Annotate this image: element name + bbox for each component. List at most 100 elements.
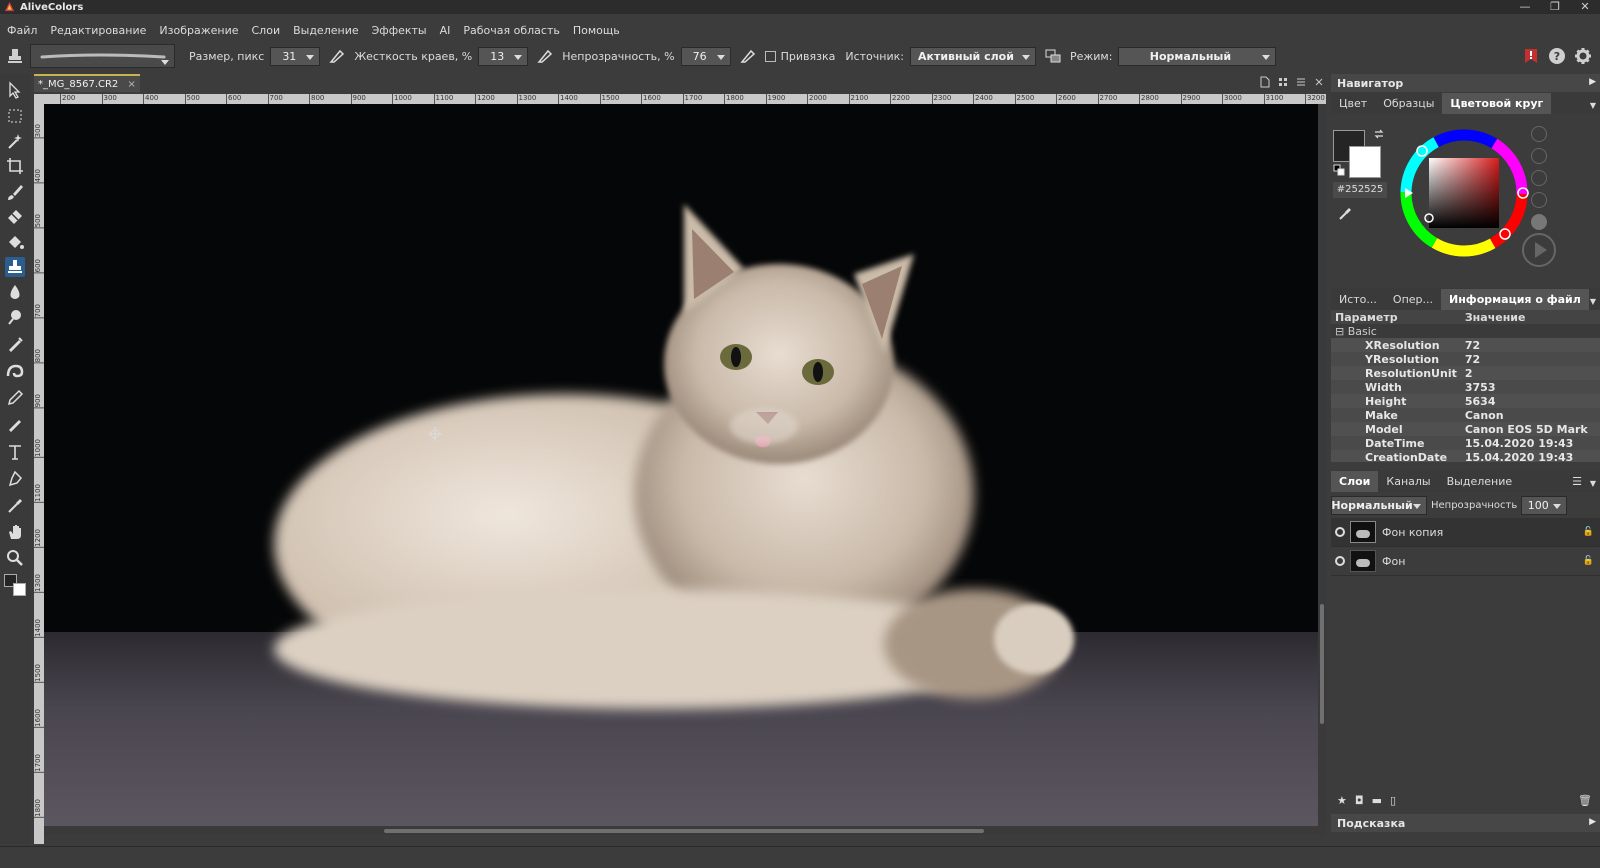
smudge-tool-icon[interactable] [5,334,25,354]
menu-layers[interactable]: Слои [252,24,281,37]
tab-color-wheel[interactable]: Цветовой круг [1442,93,1552,114]
tab-operations[interactable]: Опер... [1385,289,1441,310]
layer-lock-icon[interactable]: 🔓 [1583,527,1594,537]
settings-gear-icon[interactable] [1574,47,1592,65]
wheel-mode-3-icon[interactable] [1531,170,1547,186]
menu-help[interactable]: Помощь [573,24,620,37]
default-colors-icon[interactable] [1333,164,1345,176]
blur-tool-icon[interactable] [5,282,25,302]
background-color-swatch[interactable] [1349,146,1381,178]
clone-stamp-preset-icon[interactable] [6,47,24,65]
vertical-scrollbar[interactable] [1318,104,1326,826]
pressure-opacity-icon[interactable] [739,47,757,65]
horizontal-scroll-thumb[interactable] [384,829,984,833]
color-wheel[interactable] [1399,128,1529,258]
tile-view-icon[interactable] [1278,76,1288,88]
eraser-tool-icon[interactable] [5,207,25,227]
layer-effects-icon[interactable]: ★ [1337,794,1347,807]
file-info-row[interactable]: DateTime 15.04.2020 19:43 [1331,436,1600,450]
document-tab[interactable]: *_MG_8567.CR2 × [34,74,140,92]
zoom-tool-icon[interactable] [5,548,25,568]
menu-selection[interactable]: Выделение [293,24,359,37]
tab-layers[interactable]: Слои [1331,471,1379,492]
horizontal-scrollbar[interactable] [44,827,1326,835]
new-group-icon[interactable]: ▬ [1372,794,1382,807]
menu-image[interactable]: Изображение [159,24,238,37]
eyedropper-tool-icon[interactable] [5,496,25,516]
info-tabs-menu-icon[interactable]: ▼ [1590,297,1596,306]
magic-wand-tool-icon[interactable] [5,131,25,151]
notification-icon[interactable] [1522,47,1540,65]
color-picker-icon[interactable] [1337,206,1353,222]
file-info-row[interactable]: Make Canon [1331,408,1600,422]
hex-color-field[interactable]: #252525 [1333,182,1387,198]
gradient-tool-icon[interactable] [5,414,25,434]
tool-color-swatches[interactable] [3,574,29,598]
wheel-mode-5-icon[interactable] [1531,214,1547,230]
file-info-row[interactable]: Height 5634 [1331,394,1600,408]
hand-tool-icon[interactable] [5,522,25,542]
brush-tool-icon[interactable] [5,182,25,202]
clone-stamp-tool-icon[interactable] [5,257,25,277]
brush-preview[interactable] [30,44,175,68]
layer-row-copy[interactable]: Фон копия 🔓 [1331,518,1600,547]
wheel-mode-4-icon[interactable] [1531,192,1547,208]
fill-tool-icon[interactable] [5,232,25,252]
tool-background-swatch[interactable] [13,583,26,596]
file-info-row[interactable]: CreationDate 15.04.2020 19:43 [1331,450,1600,462]
file-info-row[interactable]: ResolutionUnit 2 [1331,366,1600,380]
menu-effects[interactable]: Эффекты [372,24,427,37]
layer-row-background[interactable]: Фон 🔓 [1331,547,1600,576]
document-close-icon[interactable] [1314,76,1324,88]
vertical-scroll-thumb[interactable] [1320,604,1324,724]
layer-opacity-input[interactable]: 100 [1521,495,1568,515]
document-menu-icon[interactable] [1296,76,1306,88]
group-basic[interactable]: ⊟ Basic [1331,324,1600,338]
help-icon[interactable]: ? [1548,47,1566,65]
text-tool-icon[interactable] [5,442,25,462]
file-info-row[interactable]: YResolution 72 [1331,352,1600,366]
hint-expand-icon[interactable]: ▶ [1589,817,1596,827]
layer-lock-icon[interactable]: 🔓 [1583,556,1594,566]
tab-history[interactable]: Исто... [1331,289,1385,310]
navigator-panel-title[interactable]: Навигатор ▶ [1331,74,1600,92]
menu-workspace[interactable]: Рабочая область [463,24,559,37]
minimize-button[interactable]: — [1510,0,1540,14]
tab-color[interactable]: Цвет [1331,93,1375,114]
wheel-mode-2-icon[interactable] [1531,148,1547,164]
tab-channels[interactable]: Каналы [1378,471,1438,492]
color-tabs-menu-icon[interactable]: ▼ [1590,101,1596,110]
blend-mode-select[interactable]: Нормальный [1331,495,1427,515]
layer-visibility-icon[interactable] [1335,527,1345,537]
close-window-button[interactable]: ✕ [1570,0,1600,14]
wheel-mode-1-icon[interactable] [1531,126,1547,142]
pencil-tool-icon[interactable] [5,388,25,408]
new-layer-icon[interactable]: ▯ [1390,794,1396,807]
tab-selection[interactable]: Выделение [1439,471,1521,492]
hardness-input[interactable]: 13 [478,46,529,66]
dodge-tool-icon[interactable] [5,307,25,327]
liquify-tool-icon[interactable] [5,361,25,381]
rect-select-tool-icon[interactable] [5,106,25,126]
file-info-row[interactable]: XResolution 72 [1331,338,1600,352]
delete-layer-icon[interactable]: 🗑 [1578,794,1592,807]
pen-tool-icon[interactable] [5,469,25,489]
opacity-input[interactable]: 76 [680,46,731,66]
navigator-expand-icon[interactable]: ▶ [1589,77,1596,87]
image-canvas[interactable] [44,104,1326,826]
move-tool-icon[interactable] [5,80,25,100]
layer-mask-icon[interactable]: ◘ [1355,794,1364,807]
maximize-button[interactable]: ❐ [1540,0,1570,14]
document-tab-close[interactable]: × [128,79,136,90]
layers-menu-icon[interactable]: ☰ [1572,475,1582,488]
file-info-row[interactable]: Width 3753 [1331,380,1600,394]
sample-layers-icon[interactable] [1044,47,1062,65]
mode-select[interactable]: Нормальный [1118,46,1277,66]
source-select[interactable]: Активный слой [909,46,1036,66]
play-icon[interactable] [1521,232,1557,268]
menu-ai[interactable]: AI [440,24,451,37]
snap-checkbox[interactable] [764,50,776,62]
hint-panel-title[interactable]: Подсказка ▶ [1331,814,1600,832]
pressure-size-icon[interactable] [328,47,346,65]
menu-file[interactable]: Файл [7,24,37,37]
